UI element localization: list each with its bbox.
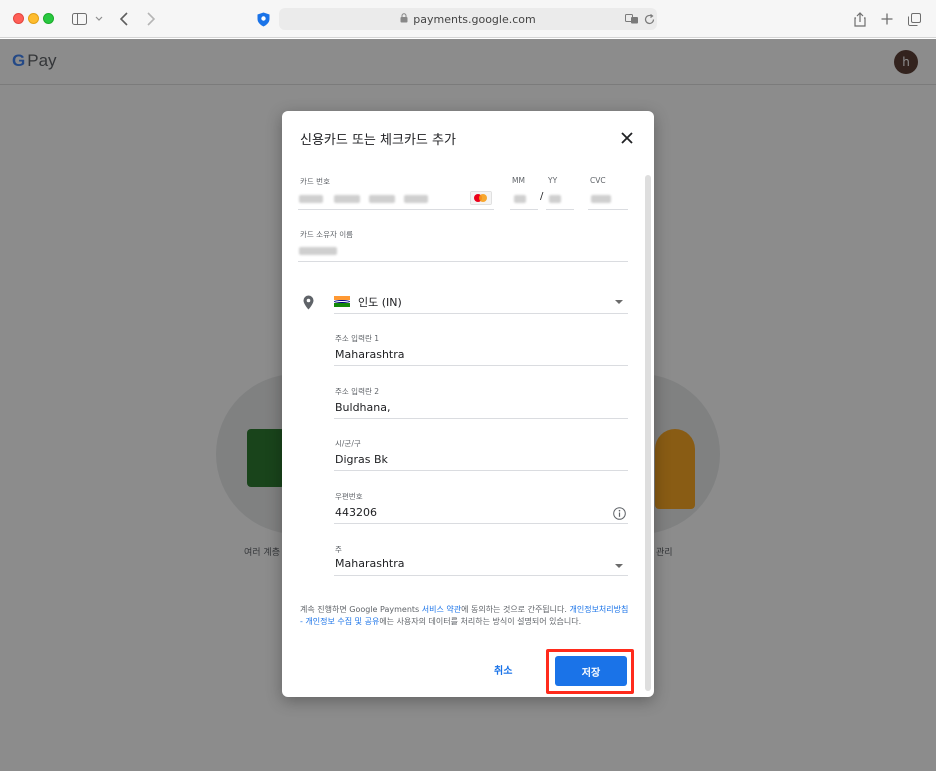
- state-value: Maharashtra: [335, 557, 405, 570]
- address1-underline: [334, 365, 628, 366]
- translate-icon[interactable]: [624, 9, 640, 29]
- close-window-button[interactable]: [13, 13, 24, 24]
- reload-icon[interactable]: [642, 9, 656, 29]
- zoom-window-button[interactable]: [43, 13, 54, 24]
- terms-text-2: 에 동의하는 것으로 간주됩니다.: [461, 605, 570, 614]
- card-number-input[interactable]: [298, 187, 494, 209]
- city-label: 시/군/구: [335, 439, 361, 448]
- browser-toolbar: payments.google.com: [0, 0, 936, 38]
- postal-code-underline: [334, 523, 628, 524]
- terms-of-service-link[interactable]: 서비스 약관: [422, 605, 461, 614]
- yy-underline: [546, 209, 574, 210]
- cancel-button[interactable]: 취소: [494, 662, 512, 677]
- shield-icon[interactable]: [255, 9, 271, 29]
- close-icon: [621, 129, 633, 148]
- cvc-input[interactable]: [588, 187, 628, 209]
- address1-input[interactable]: Maharashtra: [335, 348, 405, 361]
- mm-label: MM: [512, 176, 525, 185]
- address-bar[interactable]: payments.google.com: [279, 8, 657, 30]
- expiry-month-input[interactable]: [510, 187, 538, 209]
- country-dropdown-arrow-icon: [615, 300, 623, 304]
- card-number-label: 카드 번호: [300, 177, 330, 186]
- state-select[interactable]: Maharashtra: [334, 555, 628, 575]
- expiry-separator: /: [540, 191, 544, 202]
- cvc-underline: [588, 209, 628, 210]
- india-flag-icon: [334, 296, 350, 308]
- chevron-down-icon[interactable]: [93, 9, 105, 29]
- country-underline: [334, 313, 628, 314]
- dialog-scrollbar[interactable]: [645, 175, 651, 691]
- country-select[interactable]: 인도 (IN): [334, 289, 628, 313]
- lock-icon: [400, 12, 408, 26]
- mm-underline: [510, 209, 538, 210]
- close-dialog-button[interactable]: [616, 127, 638, 149]
- terms-notice: 계속 진행하면 Google Payments 서비스 약관에 동의하는 것으로…: [300, 604, 630, 628]
- city-underline: [334, 470, 628, 471]
- address2-input[interactable]: Buldhana,: [335, 401, 390, 414]
- city-input[interactable]: Digras Bk: [335, 453, 388, 466]
- yy-label: YY: [548, 176, 558, 185]
- sidebar-icon[interactable]: [70, 9, 88, 29]
- minimize-window-button[interactable]: [28, 13, 39, 24]
- mastercard-icon: [470, 191, 492, 205]
- forward-icon[interactable]: [142, 9, 158, 29]
- back-icon[interactable]: [116, 9, 132, 29]
- address2-label: 주소 입력란 2: [335, 387, 380, 396]
- terms-text-1: 계속 진행하면 Google Payments: [300, 605, 422, 614]
- address1-label: 주소 입력란 1: [335, 334, 380, 343]
- card-number-underline: [298, 209, 494, 210]
- state-label: 주: [335, 545, 342, 554]
- country-value: 인도 (IN): [358, 296, 402, 309]
- state-underline: [334, 575, 628, 576]
- card-holder-underline: [298, 261, 628, 262]
- tabs-icon[interactable]: [906, 9, 922, 29]
- expiry-year-input[interactable]: [546, 187, 574, 209]
- dialog-title: 신용카드 또는 체크카드 추가: [300, 133, 456, 148]
- info-icon[interactable]: [613, 505, 626, 524]
- address2-underline: [334, 418, 628, 419]
- share-icon[interactable]: [852, 9, 868, 29]
- cvc-label: CVC: [590, 176, 606, 185]
- terms-text-3: 에는 사용자의 데이터를 처리하는 방식이 설명되어 있습니다.: [379, 617, 582, 626]
- plus-icon[interactable]: [879, 9, 895, 29]
- url-text: payments.google.com: [413, 12, 536, 26]
- add-card-dialog: 신용카드 또는 체크카드 추가 카드 번호 MM / YY CVC 카드 소유자…: [282, 111, 654, 697]
- card-holder-input[interactable]: [298, 239, 628, 261]
- postal-code-label: 우편번호: [335, 492, 363, 501]
- location-pin-icon: [303, 295, 314, 314]
- postal-code-input[interactable]: 443206: [335, 506, 377, 519]
- state-dropdown-arrow-icon: [615, 564, 623, 568]
- save-button[interactable]: 저장: [555, 656, 627, 686]
